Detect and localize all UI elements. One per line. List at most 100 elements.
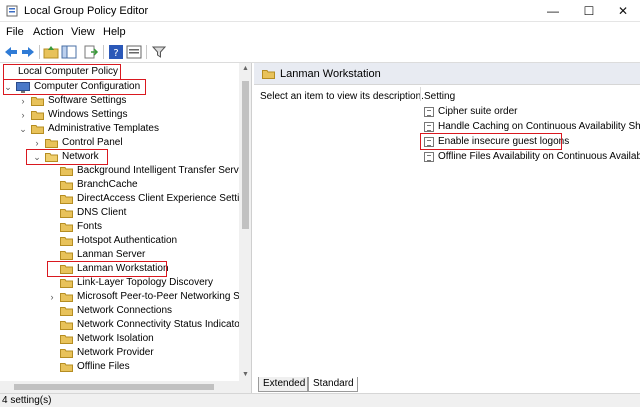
menu-view[interactable]: View — [71, 26, 95, 38]
highlight-box — [3, 64, 121, 80]
tree-item-network-child[interactable]: DNS Client — [0, 206, 240, 220]
menu-action[interactable]: Action — [33, 26, 64, 38]
scroll-up-icon[interactable]: ▲ — [239, 63, 251, 75]
tab-standard[interactable]: Standard — [308, 377, 358, 392]
tree-item-software-settings[interactable]: › Software Settings — [0, 94, 240, 108]
tree-item-network-child[interactable]: Offline Files — [0, 360, 240, 374]
chevron-right-icon[interactable]: › — [48, 290, 56, 304]
tree-item-label: Control Panel — [62, 137, 123, 148]
toolbar: ? — [0, 41, 640, 63]
help-icon[interactable]: ? — [108, 44, 124, 60]
details-pane: Lanman Workstation Select an item to vie… — [254, 63, 640, 393]
chevron-down-icon[interactable]: ⌄ — [19, 122, 27, 136]
folder-icon — [60, 349, 73, 358]
show-hide-tree-icon[interactable] — [61, 44, 77, 60]
folder-icon — [60, 237, 73, 246]
tree-item-administrative-templates[interactable]: ⌄ Administrative Templates — [0, 122, 240, 136]
svg-text:?: ? — [113, 48, 118, 59]
tree-item-label: BranchCache — [77, 179, 138, 190]
menu-file[interactable]: File — [6, 26, 24, 38]
status-text: 4 setting(s) — [2, 395, 52, 406]
tree-item-label: Offline Files — [77, 361, 130, 372]
toolbar-separator — [146, 45, 147, 59]
filter-icon[interactable] — [151, 44, 167, 60]
scroll-thumb[interactable] — [14, 384, 214, 390]
tree-horizontal-scrollbar[interactable] — [0, 381, 251, 393]
properties-icon[interactable] — [126, 44, 142, 60]
column-divider — [420, 87, 421, 101]
minimize-button[interactable]: — — [536, 0, 570, 22]
tree-item-label: Administrative Templates — [48, 123, 159, 134]
folder-icon — [60, 363, 73, 372]
tree-item-windows-settings[interactable]: › Windows Settings — [0, 108, 240, 122]
tree-item-label: Network Isolation — [77, 333, 154, 344]
highlight-box — [47, 261, 167, 277]
tree-item-network-child[interactable]: Network Connectivity Status Indicator — [0, 318, 244, 332]
tree-item-network-child[interactable]: Network Provider — [0, 346, 240, 360]
tree-vertical-scrollbar[interactable]: ▲ ▼ — [239, 63, 251, 381]
tree-item-network-child[interactable]: Hotspot Authentication — [0, 234, 240, 248]
tree-item-label: Fonts — [77, 221, 103, 232]
status-bar: 4 setting(s) — [0, 393, 640, 407]
close-button[interactable]: ✕ — [606, 0, 640, 22]
tree-item-label: Windows Settings — [48, 109, 128, 120]
tree-item-label: Network Connectivity Status Indicator — [77, 319, 244, 330]
tree-item-network-child[interactable]: Background Intelligent Transfer Service — [0, 164, 251, 178]
tree-item-label: DNS Client — [77, 207, 127, 218]
tree-item-network-child[interactable]: Link-Layer Topology Discovery — [0, 276, 240, 290]
tree-item-label: Lanman Server — [77, 249, 146, 260]
tree-item-label: Network Provider — [77, 347, 154, 358]
folder-icon — [31, 97, 44, 106]
tree-pane[interactable]: Local Computer Policy ⌄ Computer Configu… — [0, 63, 252, 393]
folder-icon — [31, 111, 44, 120]
highlight-box — [3, 79, 146, 95]
folder-icon — [60, 335, 73, 344]
setting-column-header[interactable]: Setting — [424, 91, 455, 102]
tree-item-network-child[interactable]: Network Isolation — [0, 332, 240, 346]
policy-editor-icon — [6, 5, 18, 17]
tree-item-label: Software Settings — [48, 95, 127, 106]
chevron-right-icon[interactable]: › — [33, 136, 41, 150]
setting-icon — [424, 122, 434, 132]
chevron-right-icon[interactable]: › — [19, 94, 27, 108]
folder-icon — [60, 223, 73, 232]
tree-item-label: Link-Layer Topology Discovery — [77, 277, 213, 288]
tree-item-network-child[interactable]: DirectAccess Client Experience Settings — [0, 192, 251, 206]
scroll-thumb[interactable] — [242, 81, 249, 229]
back-icon[interactable] — [3, 44, 19, 60]
setting-label: Cipher suite order — [438, 106, 518, 117]
title-bar: Local Group Policy Editor — ☐ ✕ — [0, 0, 640, 22]
tree-item-control-panel[interactable]: › Control Panel — [0, 136, 240, 150]
chevron-right-icon[interactable]: › — [19, 108, 27, 122]
tree-item-label: Hotspot Authentication — [77, 235, 178, 246]
setting-label: Offline Files Availability on Continuous… — [438, 151, 640, 162]
folder-icon — [45, 139, 58, 148]
setting-icon — [424, 152, 434, 162]
up-folder-icon[interactable] — [43, 44, 59, 60]
maximize-button[interactable]: ☐ — [572, 0, 606, 22]
tree-item-network-child[interactable]: Lanman Server — [0, 248, 240, 262]
folder-icon — [60, 293, 73, 302]
tree-item-label: DirectAccess Client Experience Settings — [77, 193, 252, 204]
folder-icon — [60, 307, 73, 316]
folder-icon — [60, 251, 73, 260]
tree-item-label: Network Connections — [77, 305, 173, 316]
forward-icon[interactable] — [20, 44, 36, 60]
tree-item-network-child[interactable]: › Microsoft Peer-to-Peer Networking Serv — [0, 290, 251, 304]
export-list-icon[interactable] — [83, 44, 99, 60]
tree-item-network-child[interactable]: BranchCache — [0, 178, 240, 192]
folder-icon — [31, 125, 44, 134]
tree-item-network-child[interactable]: Network Connections — [0, 304, 240, 318]
tab-extended[interactable]: Extended — [258, 377, 308, 392]
folder-icon — [60, 321, 73, 330]
description-text: Select an item to view its description. — [260, 91, 424, 102]
tree-item-network-child[interactable]: Fonts — [0, 220, 240, 234]
folder-icon — [60, 279, 73, 288]
toolbar-separator — [103, 45, 104, 59]
tree-item-label: Microsoft Peer-to-Peer Networking Serv — [77, 291, 252, 302]
details-header: Lanman Workstation — [254, 63, 640, 85]
menu-help[interactable]: Help — [103, 26, 126, 38]
setting-icon — [424, 107, 434, 117]
scroll-down-icon[interactable]: ▼ — [239, 369, 251, 381]
folder-icon — [60, 195, 73, 204]
